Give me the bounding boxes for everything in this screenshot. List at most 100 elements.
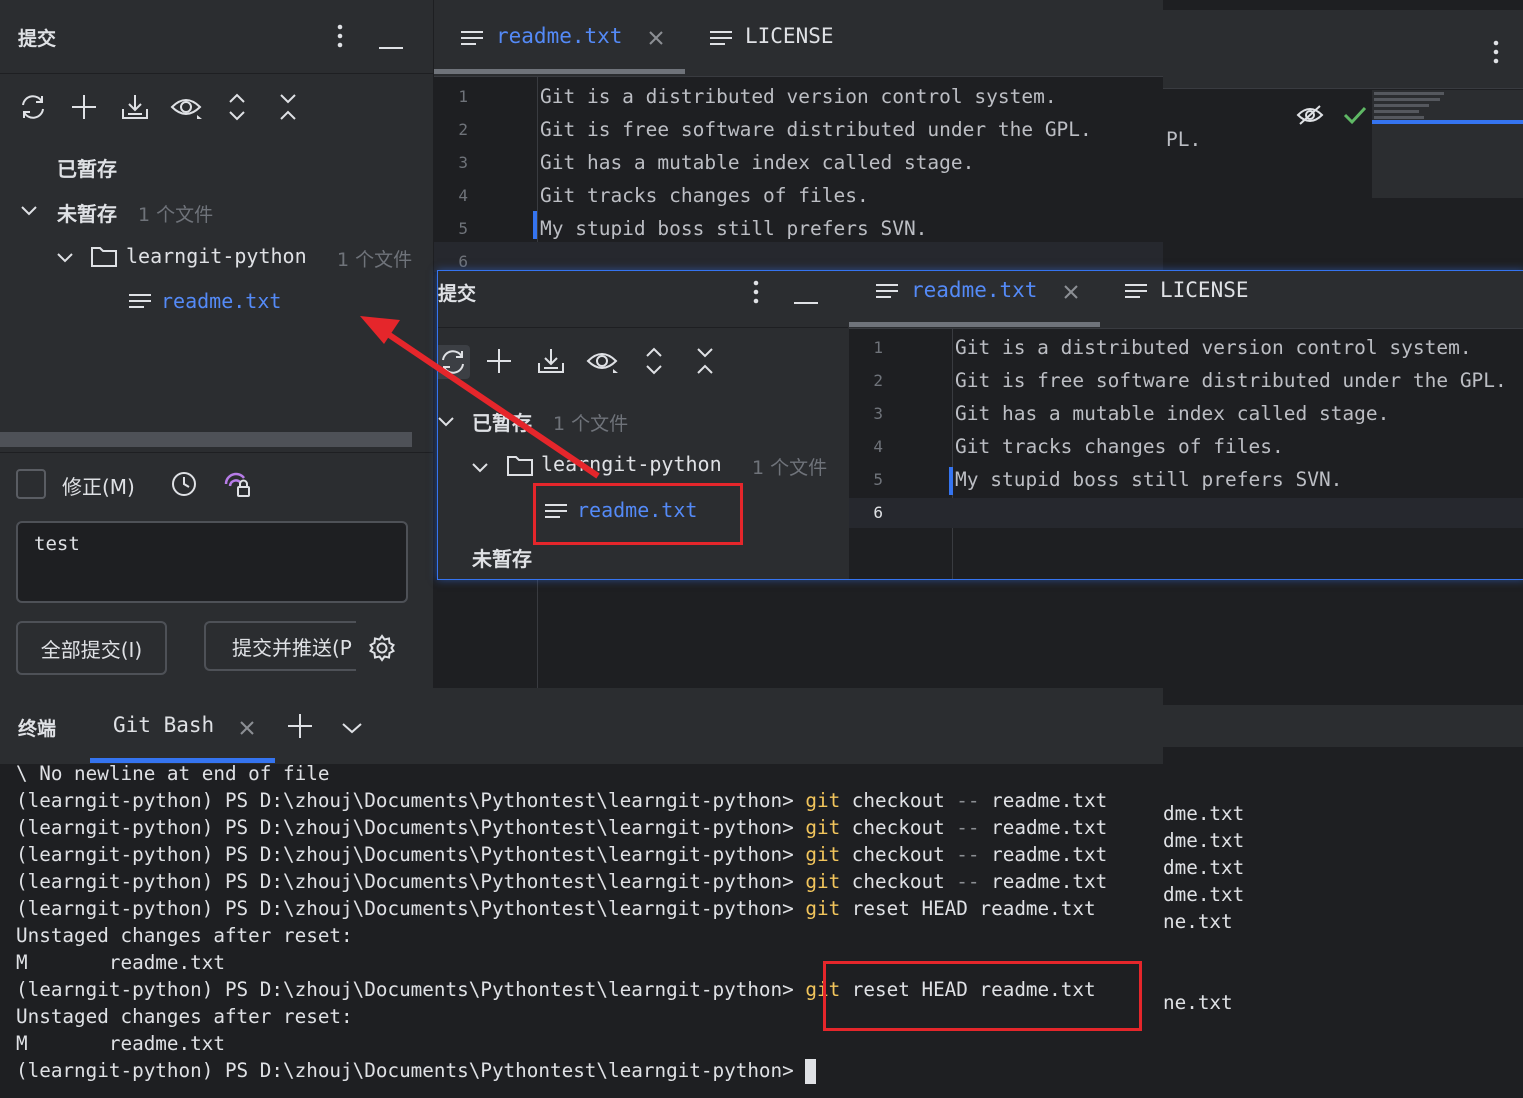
overlay-panel-title: 提交	[438, 283, 477, 305]
active-tab-indicator	[434, 69, 685, 74]
terminal-line: (learngit-python) PS D:\zhouj\Documents\…	[16, 897, 1096, 920]
expand-all-icon[interactable]	[644, 346, 664, 380]
code-line: Git has a mutable index called stage.	[540, 151, 975, 174]
code-line: Git tracks changes of files.	[540, 184, 869, 207]
folder-count: 1 个文件	[337, 249, 413, 271]
folder-name[interactable]: learngit-python	[126, 244, 307, 268]
tab-license[interactable]: LICENSE	[745, 24, 834, 48]
overlay-screenshot: 提交 已暂存 1 个文件 learngit-python 1 个文件 readm…	[437, 270, 1523, 580]
refresh-icon[interactable]	[16, 90, 50, 124]
collapse-all-icon[interactable]	[271, 90, 305, 124]
commit-message-text: test	[34, 533, 80, 555]
tab-git-bash[interactable]: Git Bash	[113, 713, 214, 737]
background-terminal-fragments: dme.txt dme.txt dme.txt dme.txt ne.txt n…	[1163, 802, 1245, 1014]
overlay-tab-license[interactable]: LICENSE	[1160, 278, 1249, 302]
terminal-line: \ No newline at end of file	[16, 762, 330, 785]
eye-icon[interactable]	[169, 90, 203, 124]
close-icon[interactable]	[239, 720, 255, 740]
more-vertical-icon[interactable]	[1493, 40, 1499, 68]
annotation-highlight-box	[823, 961, 1142, 1031]
minimize-icon[interactable]	[379, 35, 403, 54]
tab-readme[interactable]: readme.txt	[496, 24, 622, 48]
close-icon[interactable]	[1063, 284, 1079, 304]
background-toolbar	[1163, 10, 1523, 89]
ai-assistant-icon[interactable]	[222, 470, 252, 504]
minimap[interactable]	[1372, 90, 1523, 198]
code-line: Git tracks changes of files.	[955, 435, 1284, 458]
text-file-icon	[128, 292, 152, 316]
code-line: Git is free software distributed under t…	[955, 369, 1507, 392]
overlay-unstaged-group[interactable]: 未暂存	[472, 543, 532, 572]
folder-icon	[90, 244, 118, 272]
settings-gear-icon[interactable]	[368, 634, 396, 666]
background-code-fragment: PL.	[1166, 128, 1202, 151]
chevron-down-icon[interactable]	[56, 250, 74, 269]
terminal-line: (learngit-python) PS D:\zhouj\Documents\…	[16, 870, 1108, 893]
code-line: Git is free software distributed under t…	[540, 118, 1092, 141]
chevron-down-icon[interactable]	[438, 414, 454, 433]
amend-label: 修正(M)	[62, 475, 135, 499]
overlay-staged-group[interactable]: 已暂存	[472, 407, 532, 436]
overlay-tab-bar: readme.txt LICENSE	[849, 271, 1523, 329]
terminal-title: 终端	[18, 718, 57, 740]
eye-hidden-icon[interactable]	[1296, 104, 1324, 130]
staged-group[interactable]: 已暂存	[57, 153, 117, 182]
overlay-tab-readme[interactable]: readme.txt	[911, 278, 1037, 302]
collapse-all-icon[interactable]	[695, 346, 715, 380]
active-tab-indicator	[849, 322, 1100, 327]
minimize-icon[interactable]	[794, 290, 818, 309]
code-line: Git is a distributed version control sys…	[540, 85, 1057, 108]
overlay-folder-name[interactable]: learngit-python	[541, 452, 722, 476]
terminal-cursor	[805, 1059, 817, 1084]
more-vertical-icon[interactable]	[753, 280, 759, 308]
add-icon[interactable]	[67, 90, 101, 124]
file-item-readme[interactable]: readme.txt	[161, 289, 281, 313]
text-file-icon	[1124, 282, 1148, 306]
code-line: Git has a mutable index called stage.	[955, 402, 1390, 425]
chevron-down-icon[interactable]	[471, 460, 489, 479]
download-icon[interactable]	[537, 347, 565, 379]
amend-checkbox[interactable]	[16, 469, 46, 499]
terminal-output[interactable]: \ No newline at end of file (learngit-py…	[16, 760, 1107, 1084]
close-icon[interactable]	[648, 30, 664, 50]
download-icon[interactable]	[118, 90, 152, 124]
editor-lines: 1 Git is a distributed version control sy…	[458, 85, 1092, 271]
terminal-prompt-line: (learngit-python) PS D:\zhouj\Documents\…	[16, 1057, 1107, 1084]
unstaged-count: 1 个文件	[138, 204, 214, 226]
overlay-folder-count: 1 个文件	[752, 457, 828, 479]
text-file-icon	[875, 282, 899, 306]
commit-message-input[interactable]: test	[16, 521, 408, 603]
folder-icon	[506, 453, 534, 481]
expand-all-icon[interactable]	[220, 90, 254, 124]
code-line: My stupid boss still prefers SVN.	[540, 217, 928, 240]
terminal-header: 终端 Git Bash	[0, 688, 1163, 764]
chevron-down-icon[interactable]	[20, 203, 38, 222]
more-vertical-icon[interactable]	[337, 24, 343, 52]
editor-tab-bar: readme.txt LICENSE	[434, 0, 1163, 77]
code-line: Git is a distributed version control sys…	[955, 336, 1472, 359]
commit-toolbar	[16, 90, 305, 124]
check-icon	[1343, 105, 1367, 129]
background-terminal-header	[1163, 705, 1523, 747]
text-file-icon	[709, 29, 733, 53]
eye-icon[interactable]	[586, 349, 618, 377]
commit-panel-title: 提交	[18, 28, 57, 50]
overlay-staged-count: 1 个文件	[553, 413, 629, 435]
terminal-line: M readme.txt	[16, 1032, 225, 1055]
chevron-down-icon[interactable]	[341, 720, 363, 739]
commit-all-button[interactable]: 全部提交(I)	[16, 621, 167, 675]
unstaged-group[interactable]: 未暂存	[57, 198, 117, 227]
add-tab-icon[interactable]	[287, 713, 313, 743]
terminal-line: (learngit-python) PS D:\zhouj\Documents\…	[16, 816, 1108, 839]
terminal-line: Unstaged changes after reset:	[16, 924, 353, 947]
annotation-highlight-box	[533, 483, 743, 545]
commit-panel: 提交 已暂存 未暂存 1 个文件 learngit-python 1 个文件 r…	[0, 0, 434, 688]
terminal-line: (learngit-python) PS D:\zhouj\Documents\…	[16, 789, 1108, 812]
add-icon[interactable]	[486, 348, 512, 378]
horizontal-scrollbar[interactable]	[0, 432, 412, 447]
commit-and-push-button[interactable]: 提交并推送(P	[204, 621, 356, 671]
history-icon[interactable]	[170, 470, 198, 502]
overlay-editor-lines: 1 Git is a distributed version control sy…	[873, 336, 1507, 522]
refresh-icon[interactable]	[438, 345, 470, 379]
text-file-icon	[460, 29, 484, 53]
